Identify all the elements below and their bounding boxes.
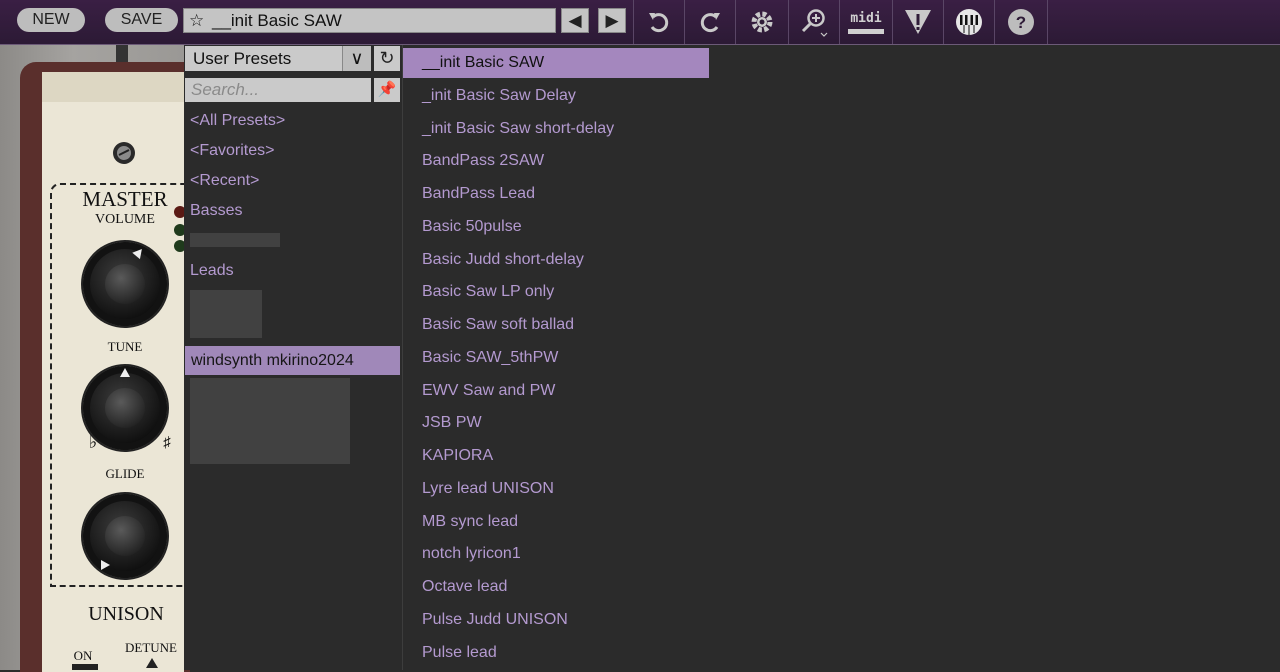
- master-label: MASTER: [82, 187, 168, 211]
- toolbar: NEW SAVE ☆ __init Basic SAW ◀ ▶ midi ?: [0, 0, 1280, 45]
- detune-label: DETUNE: [125, 640, 177, 655]
- keyboard-icon: [956, 9, 982, 35]
- preset-item[interactable]: BandPass Lead: [422, 183, 535, 205]
- new-button[interactable]: NEW: [17, 8, 85, 32]
- category-selected-label: windsynth mkirino2024: [191, 352, 354, 369]
- current-preset-field[interactable]: ☆ __init Basic SAW: [183, 8, 556, 33]
- unison-switch[interactable]: [72, 664, 98, 670]
- svg-text:?: ?: [1016, 13, 1026, 32]
- midi-icon: midi: [848, 11, 884, 34]
- arrow-right-icon: ▶: [605, 11, 619, 30]
- next-preset-button[interactable]: ▶: [598, 8, 626, 33]
- previous-preset-button[interactable]: ◀: [561, 8, 589, 33]
- volume-knob[interactable]: [83, 242, 167, 326]
- keyboard-button[interactable]: [943, 0, 994, 44]
- warning-button[interactable]: [892, 0, 943, 44]
- midi-label: midi: [850, 10, 882, 26]
- pin-icon: 📌: [377, 81, 397, 98]
- blurred-category[interactable]: [190, 233, 280, 247]
- midi-button[interactable]: midi: [839, 0, 892, 44]
- blurred-category[interactable]: [190, 378, 350, 464]
- preset-item[interactable]: EWV Saw and PW: [422, 380, 555, 402]
- tune-indicator: [120, 368, 130, 377]
- preset-item-selected[interactable]: __init Basic SAW: [403, 48, 709, 78]
- star-icon[interactable]: ☆: [189, 9, 204, 32]
- preset-item-label: __init Basic SAW: [422, 54, 545, 71]
- pin-button[interactable]: 📌: [374, 78, 400, 102]
- category-basses[interactable]: Basses: [190, 200, 242, 222]
- category-favorites[interactable]: <Favorites>: [190, 140, 274, 162]
- preset-item[interactable]: Basic SAW_5thPW: [422, 347, 558, 369]
- detune-indicator: [146, 658, 158, 668]
- warning-icon: [905, 10, 931, 34]
- library-dropdown[interactable]: User Presets ∨: [185, 46, 371, 71]
- redo-button[interactable]: [684, 0, 735, 44]
- library-dropdown-label: User Presets: [193, 49, 292, 68]
- gear-icon: [751, 11, 773, 33]
- preset-item[interactable]: Pulse lead: [422, 642, 497, 664]
- save-button[interactable]: SAVE: [105, 8, 178, 32]
- glide-indicator: [101, 560, 110, 570]
- undo-icon: [649, 13, 669, 33]
- category-selected[interactable]: windsynth mkirino2024: [185, 346, 400, 375]
- preset-item[interactable]: Basic Judd short-delay: [422, 249, 584, 271]
- glide-label: GLIDE: [105, 466, 145, 481]
- undo-button[interactable]: [633, 0, 684, 44]
- refresh-icon: ↻: [379, 48, 395, 68]
- chevron-down-icon[interactable]: ∨: [342, 46, 371, 71]
- preset-item[interactable]: KAPIORA: [422, 445, 493, 467]
- preset-item[interactable]: Pulse Judd UNISON: [422, 609, 568, 631]
- glide-knob[interactable]: [83, 494, 167, 578]
- help-button[interactable]: ?: [994, 0, 1048, 44]
- zoom-icon: [801, 9, 828, 37]
- preset-item[interactable]: Basic Saw soft ballad: [422, 314, 574, 336]
- search-input[interactable]: [185, 78, 371, 102]
- unison-label: UNISON: [88, 603, 164, 625]
- preset-item[interactable]: Basic Saw LP only: [422, 281, 554, 303]
- preset-item[interactable]: BandPass 2SAW: [422, 150, 544, 172]
- preset-item[interactable]: Octave lead: [422, 576, 507, 598]
- screw-icon: [113, 142, 135, 164]
- preset-item[interactable]: _init Basic Saw Delay: [422, 85, 576, 107]
- redo-icon: [700, 13, 720, 33]
- sharp-label: ♯: [163, 435, 171, 451]
- preset-item[interactable]: Basic 50pulse: [422, 216, 522, 238]
- preset-item[interactable]: _init Basic Saw short-delay: [422, 118, 614, 140]
- preset-item[interactable]: MB sync lead: [422, 511, 518, 533]
- current-preset-name: __init Basic SAW: [212, 11, 342, 30]
- flat-label: ♭: [88, 432, 98, 452]
- volume-label: VOLUME: [95, 212, 155, 227]
- preset-item[interactable]: JSB PW: [422, 412, 482, 434]
- tune-label: TUNE: [107, 339, 143, 354]
- category-all-presets[interactable]: <All Presets>: [190, 110, 285, 132]
- unison-on-label: ON: [73, 648, 93, 663]
- category-leads[interactable]: Leads: [190, 260, 234, 282]
- category-recent[interactable]: <Recent>: [190, 170, 259, 192]
- blurred-category[interactable]: [190, 290, 262, 338]
- help-icon: ?: [1008, 9, 1034, 35]
- settings-button[interactable]: [735, 0, 788, 44]
- preset-item[interactable]: Lyre lead UNISON: [422, 478, 554, 500]
- preset-item[interactable]: notch lyricon1: [422, 543, 521, 565]
- refresh-button[interactable]: ↻: [374, 46, 400, 71]
- zoom-button[interactable]: [788, 0, 839, 44]
- arrow-left-icon: ◀: [568, 11, 582, 30]
